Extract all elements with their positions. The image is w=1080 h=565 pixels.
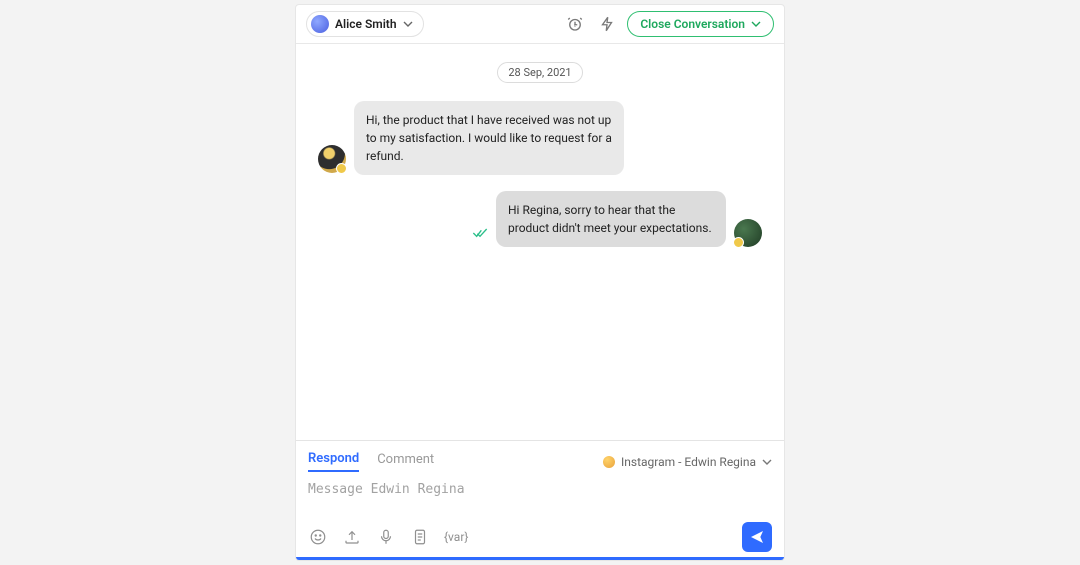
chevron-down-icon: [751, 19, 761, 29]
upload-icon[interactable]: [342, 527, 362, 547]
chevron-down-icon: [403, 19, 413, 29]
agent-avatar: [734, 219, 762, 247]
message-list: 28 Sep, 2021 Hi, the product that I have…: [296, 44, 784, 440]
accent-bar: [296, 557, 784, 560]
instagram-icon: [603, 456, 615, 468]
message-input[interactable]: [308, 482, 772, 512]
composer-tabs: Respond Comment Instagram - Edwin Regina: [308, 451, 772, 472]
variable-button[interactable]: {var}: [444, 530, 468, 544]
snippet-icon[interactable]: [410, 527, 430, 547]
send-button[interactable]: [742, 522, 772, 552]
emoji-icon[interactable]: [308, 527, 328, 547]
close-conversation-label: Close Conversation: [640, 17, 745, 31]
bolt-icon[interactable]: [595, 12, 619, 36]
assignee-selector[interactable]: Alice Smith: [306, 11, 424, 37]
composer-toolbar: {var}: [308, 522, 772, 552]
assignee-name: Alice Smith: [335, 17, 397, 31]
conversation-header: Alice Smith z Close Conversation: [296, 5, 784, 44]
composer: Respond Comment Instagram - Edwin Regina: [296, 440, 784, 560]
assignee-avatar: [311, 15, 329, 33]
close-conversation-button[interactable]: Close Conversation: [627, 11, 774, 37]
tab-comment[interactable]: Comment: [377, 452, 434, 471]
tab-respond[interactable]: Respond: [308, 451, 359, 472]
conversation-panel: Alice Smith z Close Conversation: [295, 4, 785, 561]
message-row: Hi Regina, sorry to hear that the produc…: [306, 191, 774, 247]
snooze-icon[interactable]: z: [563, 12, 587, 36]
date-pill: 28 Sep, 2021: [497, 62, 582, 83]
date-separator: 28 Sep, 2021: [306, 62, 774, 83]
microphone-icon[interactable]: [376, 527, 396, 547]
channel-label: Instagram - Edwin Regina: [621, 455, 756, 469]
channel-selector[interactable]: Instagram - Edwin Regina: [603, 455, 772, 469]
contact-avatar: [318, 145, 346, 173]
read-receipt-icon: [472, 225, 488, 241]
incoming-message-bubble: Hi, the product that I have received was…: [354, 101, 624, 175]
chevron-down-icon: [762, 457, 772, 467]
outgoing-message-bubble: Hi Regina, sorry to hear that the produc…: [496, 191, 726, 247]
message-row: Hi, the product that I have received was…: [306, 101, 774, 175]
